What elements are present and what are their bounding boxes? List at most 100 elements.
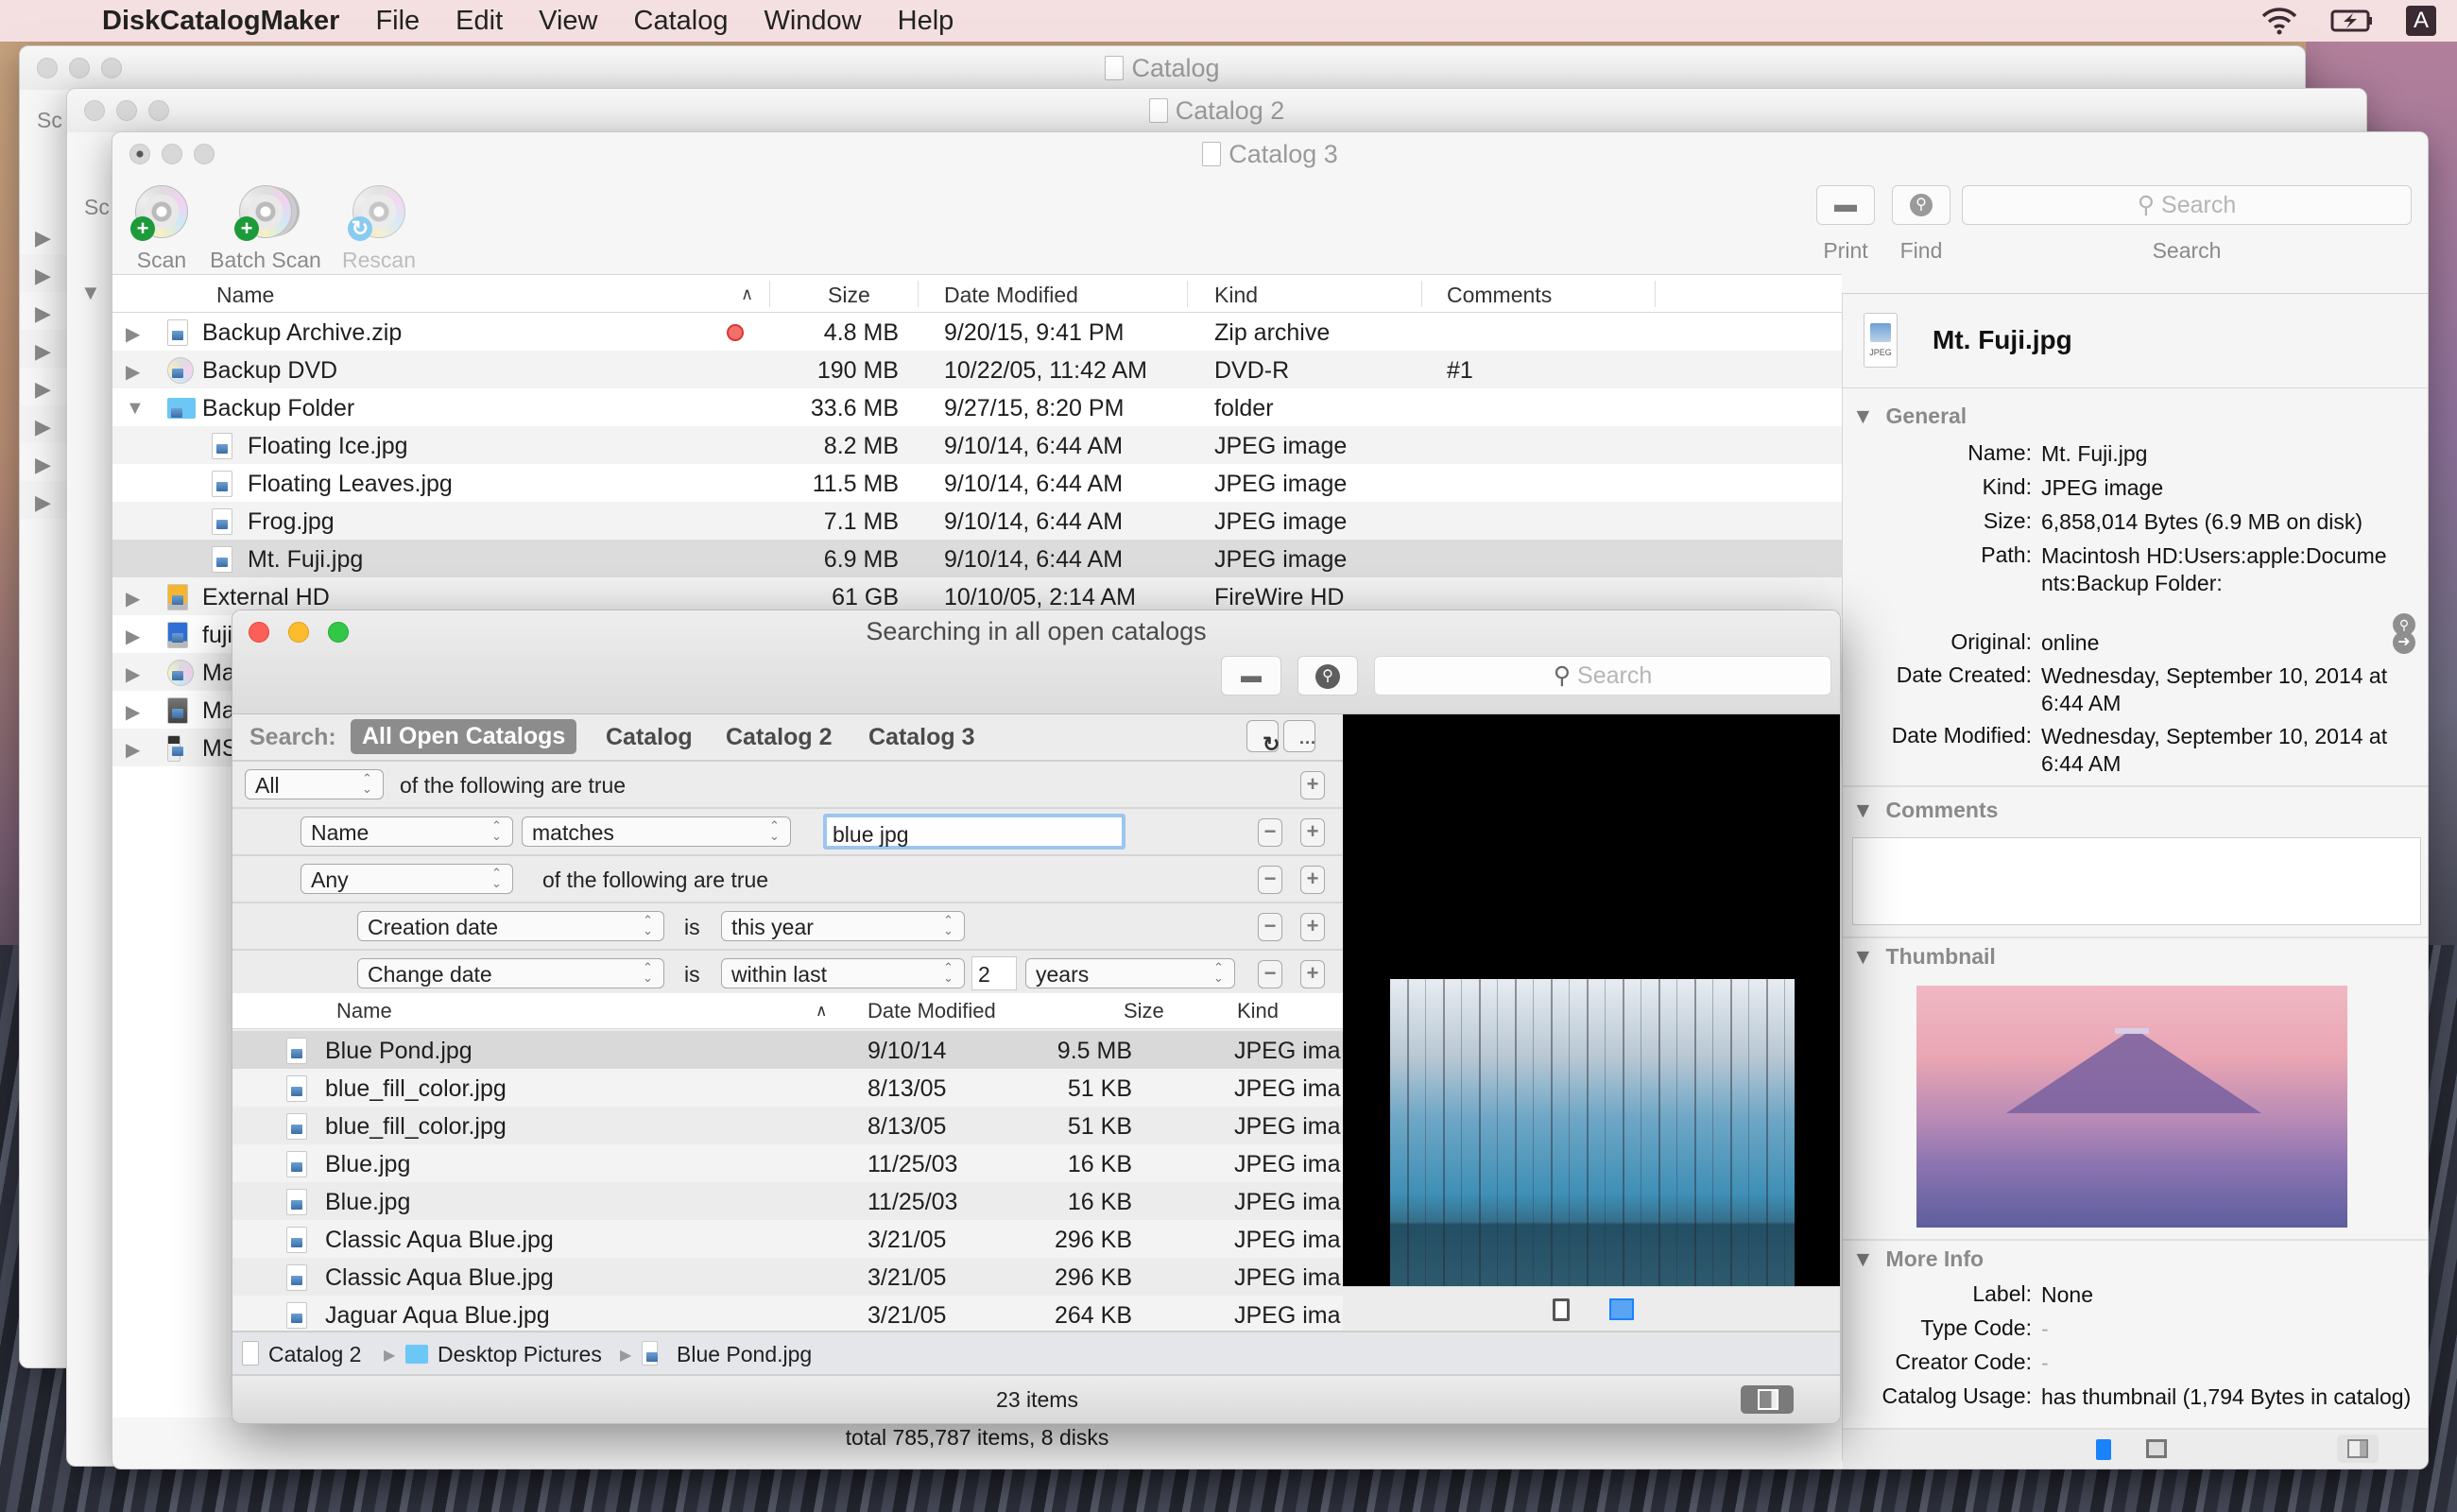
scope-catalog-2[interactable]: Catalog 2 [726, 724, 833, 751]
print-button[interactable]: ▬ [1221, 656, 1281, 696]
sort-ascending-icon[interactable]: ∧ [816, 1002, 827, 1021]
scope-catalog[interactable]: Catalog [606, 724, 693, 751]
root-match-popup[interactable]: All [245, 769, 384, 799]
menu-help[interactable]: Help [898, 6, 954, 37]
add-criterion-button[interactable]: + [1300, 771, 1325, 799]
operator-popup-matches[interactable]: matches [522, 816, 791, 847]
disclosure-triangle-icon[interactable]: ▶ [126, 662, 140, 686]
column-date-modified[interactable]: Date Modified [944, 283, 1078, 308]
add-criterion-button[interactable]: + [1300, 960, 1325, 988]
sort-ascending-icon[interactable]: ∧ [741, 284, 753, 304]
disclosure-triangle-icon[interactable]: ▶ [35, 377, 51, 402]
menu-file[interactable]: File [375, 6, 420, 37]
section-more-info[interactable]: ▼ More Info [1852, 1246, 1984, 1272]
scan-button[interactable]: + Scan [124, 185, 199, 273]
disclosure-triangle-icon[interactable]: ▶ [35, 264, 51, 288]
section-general[interactable]: ▼ General [1852, 404, 1967, 429]
add-criterion-button[interactable]: + [1300, 866, 1325, 894]
scope-catalog-3[interactable]: Catalog 3 [868, 724, 975, 751]
search-field[interactable]: ⚲ Search [1374, 656, 1831, 696]
column-name[interactable]: Name [216, 283, 274, 308]
remove-criterion-button[interactable]: − [1258, 866, 1282, 894]
section-comments[interactable]: ▼ Comments [1852, 798, 1998, 823]
find-button[interactable]: ⚲ Find [1883, 185, 1959, 264]
disclosure-triangle-icon[interactable]: ▶ [126, 587, 140, 610]
column-kind[interactable]: Kind [1214, 283, 1258, 308]
menu-edit[interactable]: Edit [455, 6, 503, 37]
result-row[interactable]: Classic Aqua Blue.jpg 3/21/05 296 KB JPEG i… [232, 1258, 1343, 1296]
refresh-button[interactable]: ↻ [1246, 720, 1280, 756]
info-view-document-icon[interactable] [1553, 1298, 1570, 1321]
remove-criterion-button[interactable]: − [1258, 960, 1282, 988]
result-row[interactable]: Blue.jpg 11/25/03 16 KB JPEG ima [232, 1182, 1343, 1220]
print-button[interactable]: ▬ Print [1808, 185, 1883, 264]
find-button[interactable]: ⚲ [1297, 656, 1358, 696]
result-row[interactable]: Blue.jpg 11/25/03 16 KB JPEG ima [232, 1144, 1343, 1182]
menu-window[interactable]: Window [764, 6, 861, 37]
group-match-popup[interactable]: Any [301, 864, 513, 894]
disclosure-triangle-expanded-icon[interactable]: ▼ [126, 398, 145, 420]
name-value-input[interactable]: blue jpg [823, 814, 1125, 850]
battery-charging-icon[interactable] [2330, 9, 2374, 33]
disclosure-triangle-icon[interactable]: ▶ [35, 453, 51, 477]
remove-criterion-button[interactable]: − [1258, 818, 1282, 847]
table-row[interactable]: Mt. Fuji.jpg 6.9 MB 9/10/14, 6:44 AM JPEG i… [112, 540, 1842, 577]
table-row[interactable]: Frog.jpg 7.1 MB 9/10/14, 6:44 AM JPEG image [112, 502, 1842, 540]
result-row[interactable]: blue_fill_color.jpg 8/13/05 51 KB JPEG ima [232, 1107, 1343, 1144]
path-item-blue-pond[interactable]: Blue Pond.jpg [677, 1342, 812, 1367]
column-size[interactable]: Size [1124, 999, 1164, 1023]
disclosure-triangle-icon[interactable]: ▶ [35, 226, 51, 250]
menu-app-name[interactable]: DiskCatalogMaker [102, 6, 339, 37]
input-source-icon[interactable]: A [2406, 6, 2436, 36]
comments-field[interactable] [1852, 837, 2421, 925]
field-popup-change-date[interactable]: Change date [357, 958, 664, 988]
value-popup-this-year[interactable]: this year [721, 911, 965, 941]
unit-popup-years[interactable]: years [1025, 958, 1235, 988]
wifi-icon[interactable] [2260, 7, 2298, 35]
add-criterion-button[interactable]: + [1300, 818, 1325, 847]
disclosure-triangle-icon[interactable]: ▶ [126, 322, 140, 346]
disclosure-triangle-icon[interactable]: ▶ [126, 360, 140, 384]
column-name[interactable]: Name [336, 999, 392, 1023]
disclosure-triangle-icon[interactable]: ▶ [126, 625, 140, 648]
operator-popup-within-last[interactable]: within last [721, 958, 965, 988]
table-row[interactable]: Floating Ice.jpg 8.2 MB 9/10/14, 6:44 AM JP… [112, 426, 1842, 464]
disclosure-triangle-icon[interactable]: ▶ [35, 301, 51, 326]
result-row[interactable]: Classic Aqua Blue.jpg 3/21/05 296 KB JPEG i… [232, 1220, 1343, 1258]
rescan-button[interactable]: ↻ Rescan [332, 185, 426, 273]
column-comments[interactable]: Comments [1447, 283, 1552, 308]
column-kind[interactable]: Kind [1237, 999, 1279, 1023]
number-input[interactable]: 2 [971, 956, 1017, 990]
field-popup-name[interactable]: Name [301, 816, 513, 847]
more-options-button[interactable]: ··· [1283, 720, 1316, 752]
toggle-inspector-button[interactable] [2337, 1435, 2379, 1463]
field-popup-creation-date[interactable]: Creation date [357, 911, 664, 941]
preview-view-image-icon[interactable] [1609, 1298, 1634, 1320]
disclosure-triangle-expanded-icon[interactable]: ▼ [80, 281, 101, 305]
menu-catalog[interactable]: Catalog [634, 6, 729, 37]
result-row[interactable]: Blue Pond.jpg 9/10/14 9.5 MB JPEG ima [232, 1031, 1343, 1069]
section-thumbnail[interactable]: ▼ Thumbnail [1852, 944, 1996, 970]
table-row[interactable]: ▶ Backup DVD 190 MB 10/22/05, 11:42 AM DVD-R… [112, 351, 1842, 388]
path-item-desktop-pictures[interactable]: Desktop Pictures [438, 1342, 602, 1367]
table-row[interactable]: Floating Leaves.jpg 11.5 MB 9/10/14, 6:44 … [112, 464, 1842, 502]
result-row[interactable]: Jaguar Aqua Blue.jpg 3/21/05 264 KB JPEG im… [232, 1296, 1343, 1333]
batch-scan-button[interactable]: + Batch Scan [199, 185, 332, 273]
result-row[interactable]: blue_fill_color.jpg 8/13/05 51 KB JPEG ima [232, 1069, 1343, 1107]
scope-all-open-catalogs[interactable]: All Open Catalogs [351, 719, 577, 754]
column-date-modified[interactable]: Date Modified [868, 999, 996, 1023]
toolbar-search-field[interactable]: ⚲ Search [1962, 185, 2412, 225]
disclosure-triangle-icon[interactable]: ▶ [126, 700, 140, 724]
disclosure-triangle-icon[interactable]: ▶ [35, 490, 51, 515]
column-size[interactable]: Size [828, 283, 870, 308]
add-criterion-button[interactable]: + [1300, 913, 1325, 941]
thumbnail-view-image-icon[interactable] [2146, 1439, 2167, 1458]
table-row[interactable]: ▼ Backup Folder 33.6 MB 9/27/15, 8:20 PM fol… [112, 388, 1842, 426]
disclosure-triangle-icon[interactable]: ▶ [35, 339, 51, 364]
path-item-catalog-2[interactable]: Catalog 2 [268, 1342, 361, 1367]
disclosure-triangle-icon[interactable]: ▶ [126, 738, 140, 762]
toggle-preview-button[interactable] [1741, 1385, 1794, 1414]
info-view-document-icon[interactable] [2096, 1439, 2111, 1460]
table-row[interactable]: ▶ Backup Archive.zip 4.8 MB 9/20/15, 9:41 P… [112, 313, 1842, 351]
remove-criterion-button[interactable]: − [1258, 913, 1282, 941]
